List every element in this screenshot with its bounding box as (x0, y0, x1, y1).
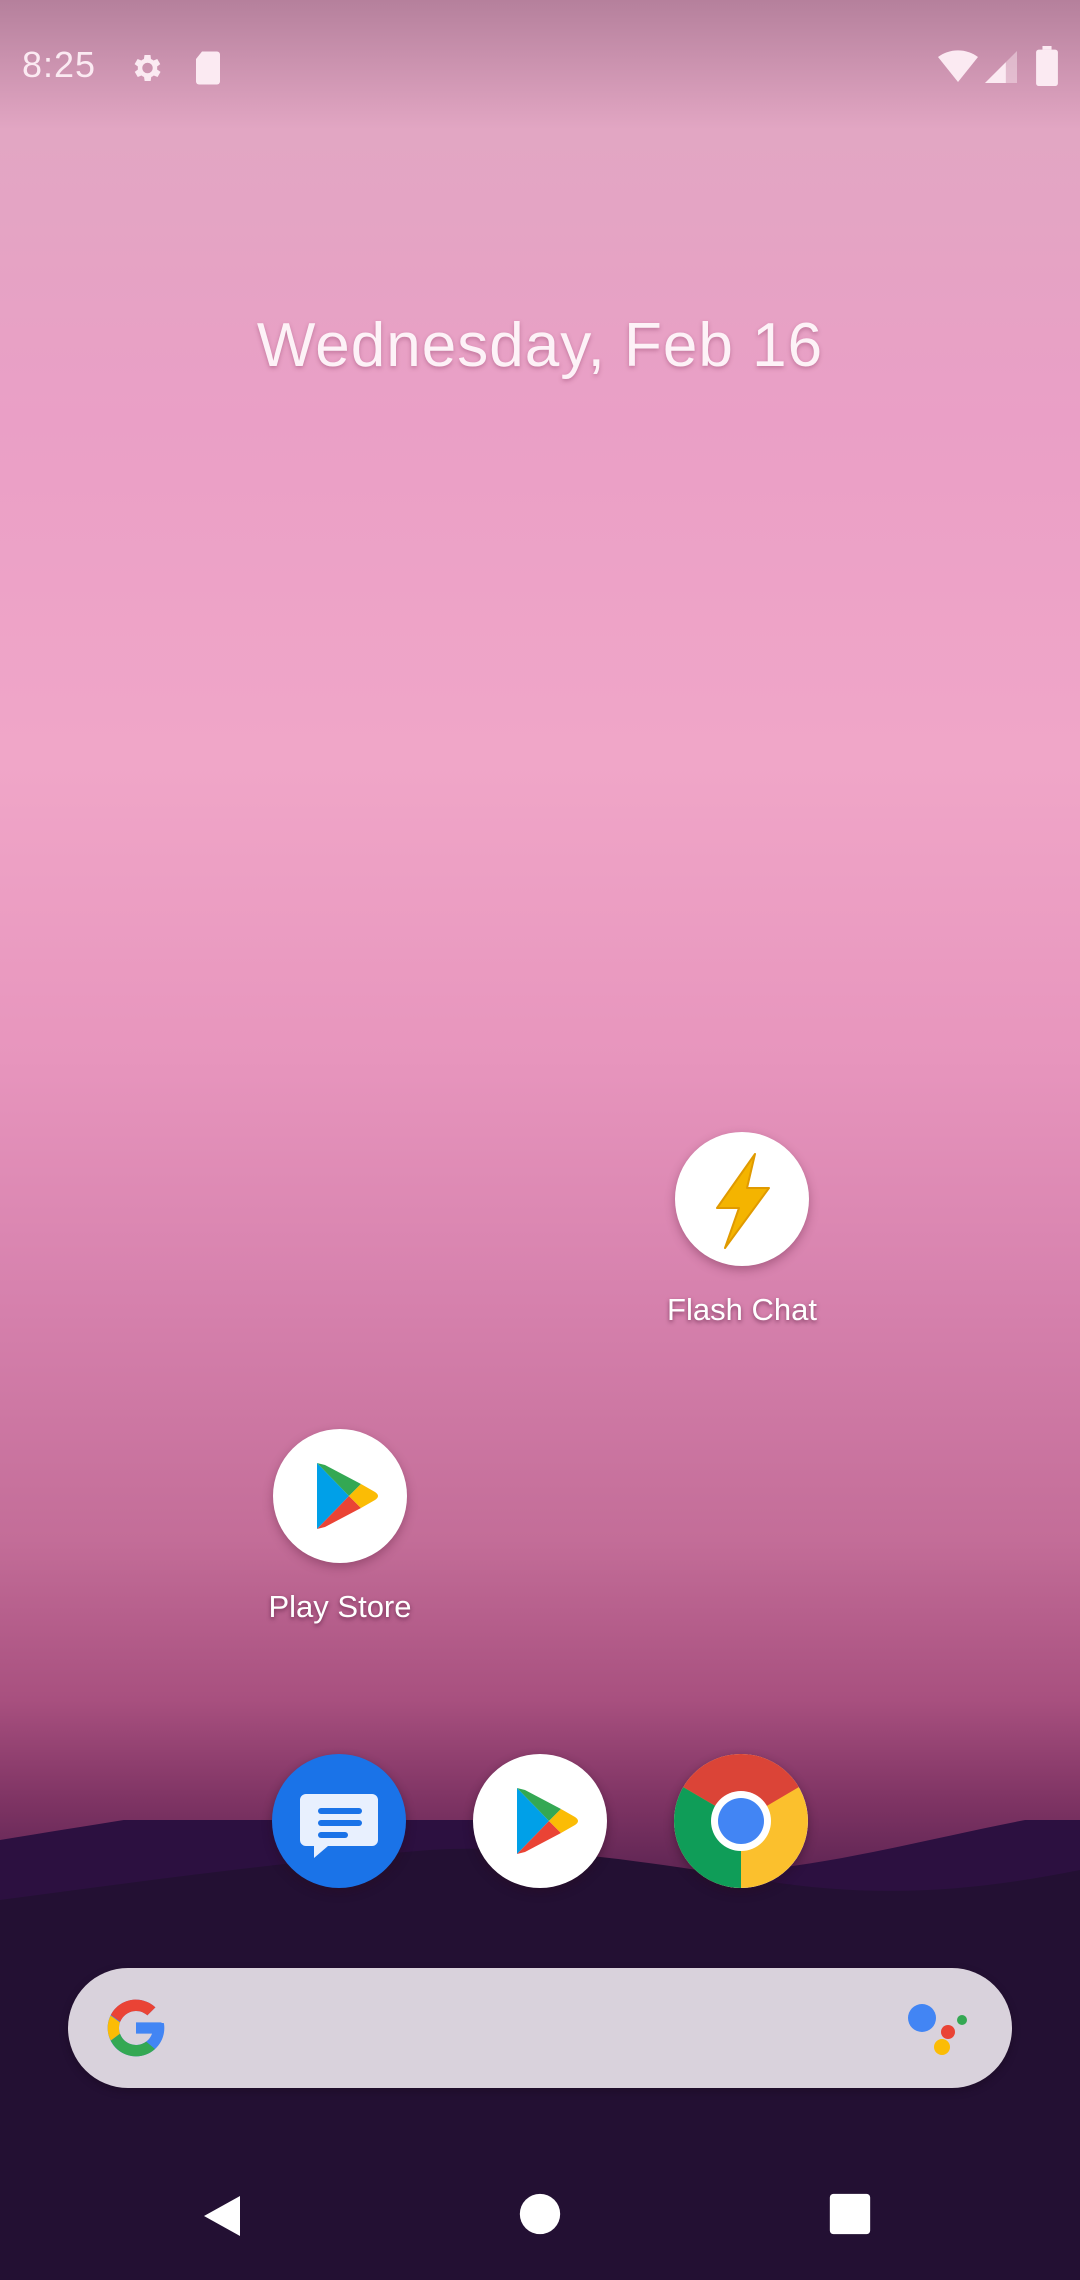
date-widget[interactable]: Wednesday, Feb 16 (0, 310, 1080, 381)
google-assistant-icon[interactable] (906, 2002, 970, 2063)
home-screen: 8:25 Wednesday, Feb 16 Flash Chat Play S… (0, 0, 1080, 2280)
navigation-bar (0, 2140, 1080, 2280)
battery-icon (1036, 46, 1058, 91)
play-store-icon[interactable] (473, 1754, 607, 1888)
back-button[interactable] (196, 2192, 244, 2245)
app-label: Play Store (268, 1589, 412, 1624)
play-store-icon (273, 1429, 407, 1563)
messages-icon[interactable] (272, 1754, 406, 1888)
chrome-icon[interactable] (674, 1754, 808, 1888)
lightning-bolt-icon (675, 1132, 809, 1266)
google-search-bar[interactable] (68, 1968, 1012, 2088)
status-bar: 8:25 (0, 0, 1080, 135)
gear-icon (128, 50, 164, 91)
wifi-icon (938, 50, 978, 89)
app-flash-chat[interactable]: Flash Chat (622, 1132, 862, 1328)
app-play-store[interactable]: Play Store (220, 1429, 460, 1625)
recents-button[interactable] (828, 2192, 872, 2241)
google-g-icon (102, 1994, 170, 2067)
sd-card-icon (193, 50, 223, 91)
home-button[interactable] (518, 2192, 562, 2241)
cell-signal-icon (985, 50, 1017, 89)
status-time: 8:25 (22, 44, 97, 85)
app-label: Flash Chat (667, 1292, 817, 1327)
